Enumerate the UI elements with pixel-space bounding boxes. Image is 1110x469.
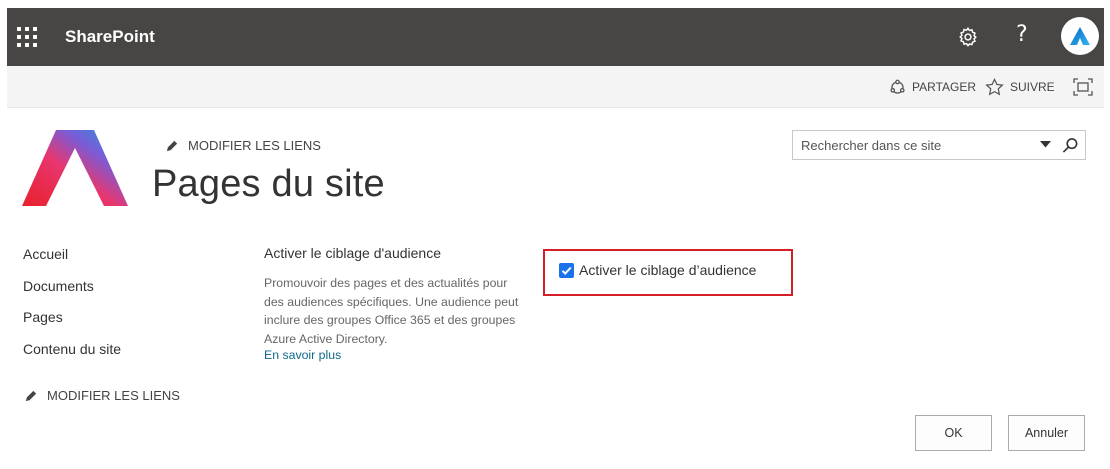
- search-icon[interactable]: [1062, 137, 1079, 154]
- chevron-down-icon[interactable]: [1040, 140, 1051, 148]
- audience-targeting-checkbox[interactable]: Activer le ciblage d’audience: [559, 262, 756, 278]
- section-title: Activer le ciblage d'audience: [264, 245, 442, 261]
- pencil-icon: [25, 390, 37, 402]
- help-icon[interactable]: ?: [1016, 22, 1028, 47]
- suite-bar: SharePoint ?: [7, 8, 1104, 66]
- site-logo[interactable]: [22, 130, 128, 208]
- ok-button[interactable]: OK: [915, 415, 992, 451]
- edit-links-top-button[interactable]: MODIFIER LES LIENS: [166, 138, 321, 153]
- command-bar: PARTAGER SUIVRE: [7, 66, 1104, 108]
- share-icon: [890, 79, 905, 94]
- checkbox-checked[interactable]: [559, 262, 574, 278]
- checkmark-icon: [561, 266, 572, 275]
- pencil-icon: [166, 140, 178, 152]
- follow-button[interactable]: SUIVRE: [985, 66, 1055, 108]
- edit-links-bottom-button[interactable]: MODIFIER LES LIENS: [25, 388, 180, 403]
- focus-mode-icon: [1073, 78, 1093, 96]
- cancel-button[interactable]: Annuler: [1008, 415, 1085, 451]
- company-logo-icon: [1070, 27, 1090, 45]
- section-description: Promouvoir des pages et des actualités p…: [264, 276, 519, 346]
- search-box: [792, 130, 1086, 160]
- gear-icon[interactable]: [957, 26, 979, 48]
- follow-label: SUIVRE: [1010, 80, 1055, 94]
- app-name[interactable]: SharePoint: [65, 27, 155, 47]
- site-logo-icon: [22, 130, 128, 206]
- search-input[interactable]: [793, 131, 1033, 159]
- nav-item-site-contents[interactable]: Contenu du site: [23, 339, 121, 371]
- page-title: Pages du site: [152, 163, 385, 205]
- app-launcher-icon[interactable]: [17, 27, 37, 47]
- nav-item-documents[interactable]: Documents: [23, 276, 121, 308]
- share-label: PARTAGER: [912, 80, 977, 94]
- avatar[interactable]: [1061, 17, 1099, 55]
- checkbox-label: Activer le ciblage d’audience: [579, 262, 757, 278]
- nav-item-pages[interactable]: Pages: [23, 307, 121, 339]
- star-icon: [985, 78, 1004, 96]
- share-button[interactable]: PARTAGER: [889, 66, 976, 108]
- left-navigation: Accueil Documents Pages Contenu du site: [23, 244, 121, 370]
- nav-item-accueil[interactable]: Accueil: [23, 244, 121, 276]
- learn-more-link[interactable]: En savoir plus: [264, 348, 341, 362]
- edit-links-bottom-label: MODIFIER LES LIENS: [47, 388, 180, 403]
- edit-links-top-label: MODIFIER LES LIENS: [188, 138, 321, 153]
- focus-mode-button[interactable]: [1073, 66, 1099, 108]
